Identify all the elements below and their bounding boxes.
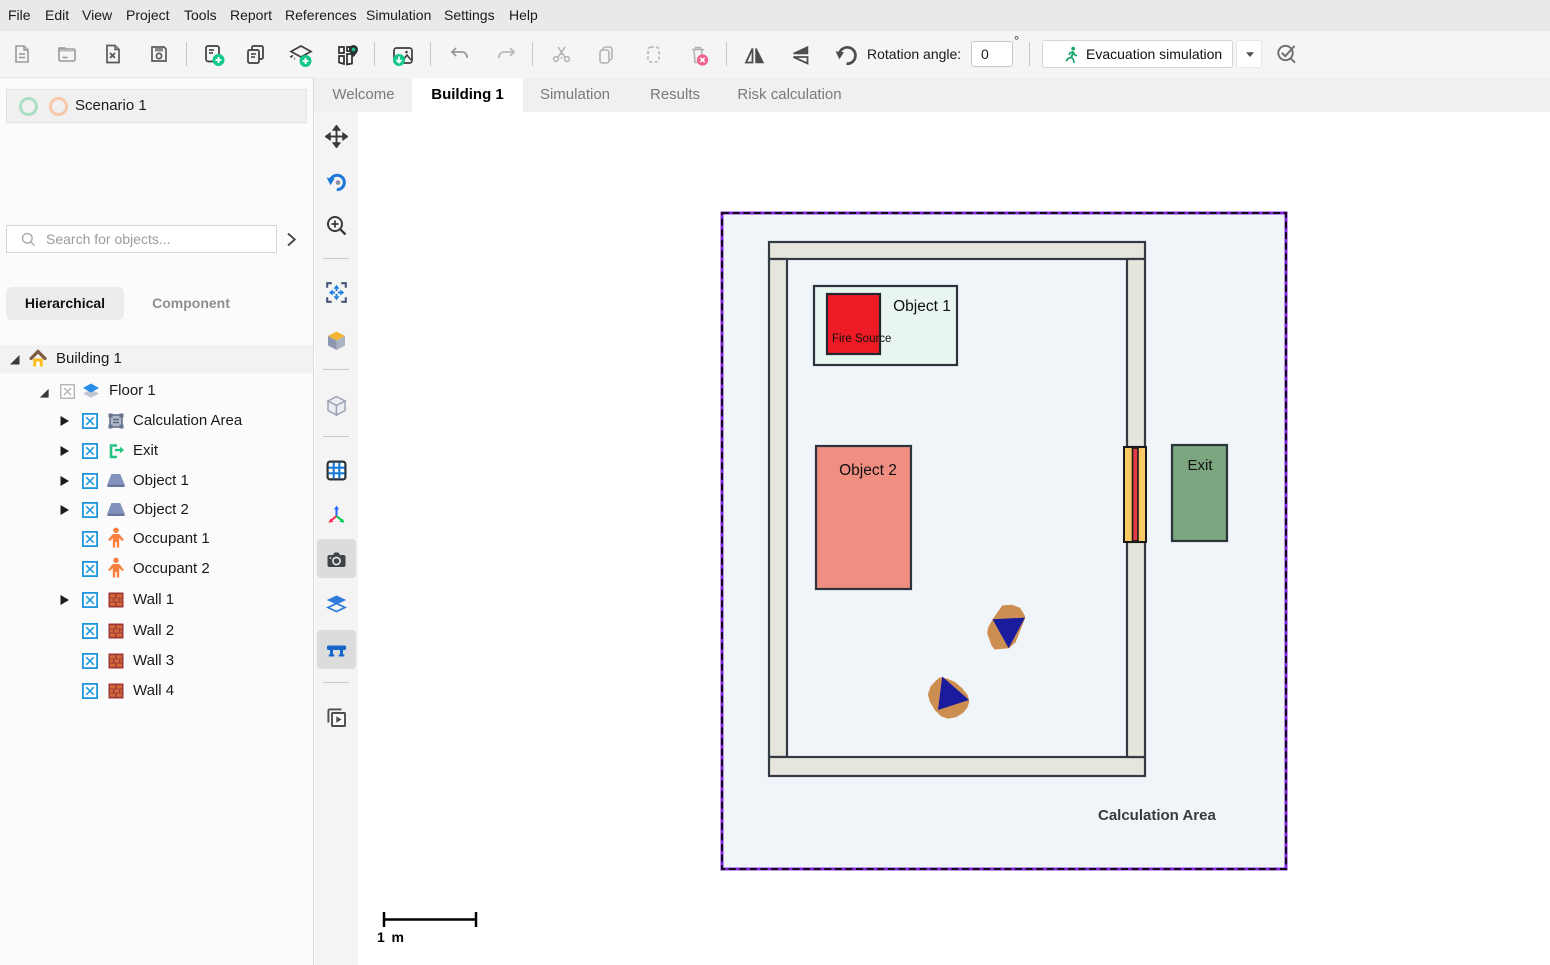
svg-text:Object 2: Object 2: [839, 462, 897, 479]
svg-text:Object 1: Object 1: [893, 298, 951, 315]
svg-text:Calculation Area: Calculation Area: [1098, 807, 1216, 824]
svg-text:Exit: Exit: [1187, 457, 1213, 474]
svg-text:Fire Source: Fire Source: [832, 333, 891, 345]
svg-text:1 m: 1 m: [377, 929, 405, 945]
